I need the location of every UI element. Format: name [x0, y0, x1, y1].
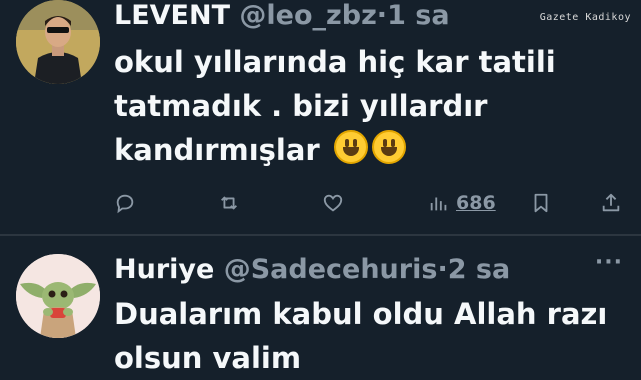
reply-button[interactable] [114, 190, 136, 216]
retweet-icon [221, 196, 237, 210]
display-name[interactable]: Huriye [114, 254, 214, 285]
tweet-text-line: Dualarım kabul oldu Allah razı [114, 297, 608, 331]
grinning-face-emoji [333, 130, 368, 164]
tweet-text-line: okul yıllarında hiç kar tatili [114, 45, 556, 79]
share-button[interactable] [600, 190, 622, 216]
tweet-text-line: tatmadık . bizi yıllardır [114, 89, 488, 123]
avatar-photo [16, 0, 100, 84]
tweet-header: Huriye @Sadecehuris·2 sa [114, 254, 510, 286]
grinning-face-emoji [371, 130, 406, 164]
tweet-text: okul yıllarında hiç kar tatili tatmadık … [114, 40, 614, 172]
separator: · [437, 254, 448, 285]
more-options-button[interactable]: ··· [595, 250, 623, 275]
avatar[interactable] [16, 254, 100, 338]
bookmark-button[interactable] [530, 190, 552, 216]
retweet-button[interactable] [218, 190, 240, 216]
separator: · [376, 0, 388, 31]
timestamp[interactable]: 2 sa [448, 254, 510, 285]
views-button[interactable]: 686 [428, 190, 496, 216]
like-button[interactable] [322, 190, 344, 216]
tweet[interactable]: LEVENT @leo_zbz·1 sa okul yıllarında hiç… [0, 0, 641, 234]
display-name[interactable]: LEVENT [114, 0, 230, 31]
user-handle[interactable]: @leo_zbz [239, 0, 376, 31]
tweet-text-line: kandırmışlar [114, 128, 614, 172]
views-icon [430, 197, 447, 211]
reply-icon [116, 194, 134, 214]
bookmark-icon [534, 193, 548, 213]
views-count[interactable]: 686 [456, 192, 496, 214]
tweet[interactable]: Huriye @Sadecehuris·2 sa ··· Dualarım ka… [0, 236, 641, 380]
avatar[interactable] [16, 0, 100, 84]
timestamp[interactable]: 1 sa [387, 0, 449, 31]
share-icon [602, 193, 620, 212]
action-bar: 686 [110, 190, 630, 216]
tweet-text: Dualarım kabul oldu Allah razı olsun val… [114, 292, 614, 380]
tweet-header: LEVENT @leo_zbz·1 sa [114, 0, 450, 32]
user-handle[interactable]: @Sadecehuris [224, 254, 438, 285]
avatar-baby-yoda-image [16, 254, 100, 338]
like-icon [323, 194, 343, 212]
tweet-text-line-end: kandırmışlar [114, 133, 320, 167]
tweet-text-line: olsun valim [114, 341, 302, 375]
